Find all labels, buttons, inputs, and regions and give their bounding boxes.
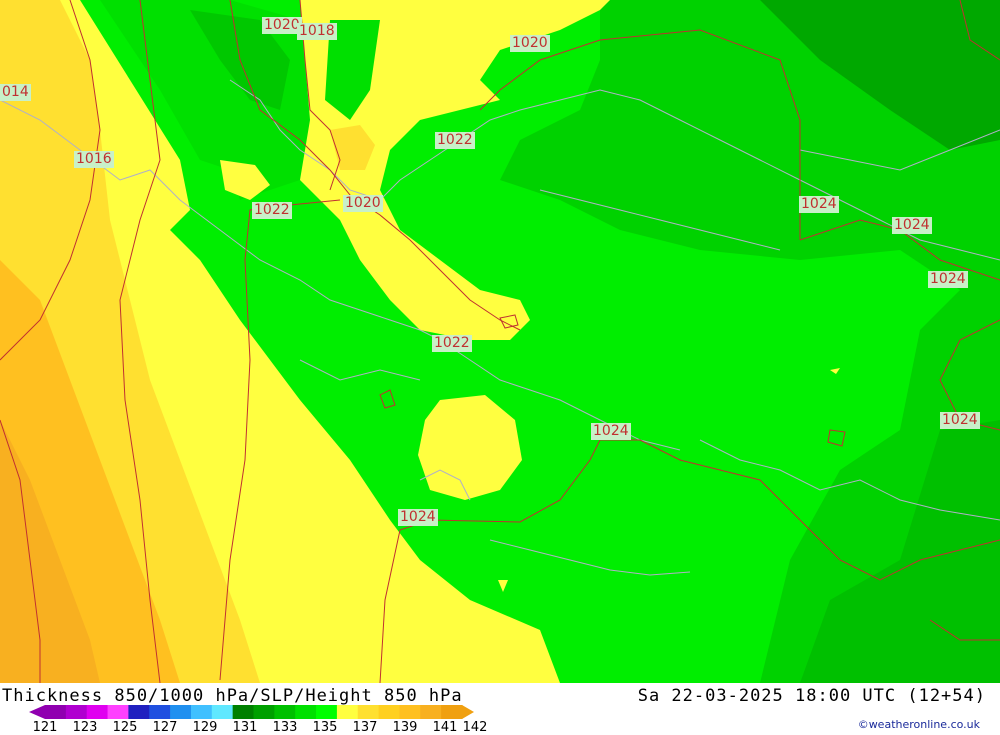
legend-arrow-left	[29, 705, 45, 719]
isobar-label: 1020	[510, 35, 550, 52]
isobar-label: 1016	[74, 151, 114, 168]
isobar-label: 1024	[591, 423, 631, 440]
map-footer: Thickness 850/1000 hPa/SLP/Height 850 hP…	[0, 683, 1000, 735]
legend-swatch	[65, 705, 88, 719]
map-datetime: Sa 22-03-2025 18:00 UTC (12+54)	[637, 686, 986, 706]
legend-swatch	[420, 705, 442, 719]
legend-swatch	[316, 705, 338, 719]
legend-swatch	[190, 705, 213, 719]
isobar-label: 1022	[432, 335, 472, 352]
isobar-label: 1020	[343, 195, 383, 212]
legend-swatch	[295, 705, 317, 719]
isobar-label: 1024	[892, 217, 932, 234]
legend-swatch	[253, 705, 275, 719]
isobar-label: 1024	[398, 509, 438, 526]
isobar-label: 014	[0, 84, 31, 101]
legend-swatch	[357, 705, 380, 719]
legend-swatch	[45, 705, 67, 719]
legend-swatch	[232, 705, 254, 719]
legend-swatch	[441, 705, 463, 719]
legend-swatch	[149, 705, 171, 719]
legend-swatch	[86, 705, 109, 719]
isobar-label: 1018	[297, 23, 337, 40]
isobar-label: 1024	[799, 196, 839, 213]
credit-text: ©weatheronline.co.uk	[857, 718, 980, 731]
legend-swatch	[107, 705, 129, 719]
isobar-label: 1020	[262, 17, 302, 34]
weather-map	[0, 0, 1000, 683]
isobar-label: 1024	[928, 271, 968, 288]
map-title: Thickness 850/1000 hPa/SLP/Height 850 hP…	[2, 686, 463, 706]
legend-swatch	[274, 705, 296, 719]
legend-swatch	[378, 705, 400, 719]
isobar-label: 1022	[435, 132, 475, 149]
legend-swatch	[211, 705, 234, 719]
legend-swatch	[336, 705, 359, 719]
legend-swatch	[128, 705, 150, 719]
isobar-label: 1024	[940, 412, 980, 429]
legend-arrow-right	[462, 705, 474, 719]
color-legend	[29, 705, 474, 719]
legend-swatch	[399, 705, 421, 719]
legend-swatch	[170, 705, 192, 719]
isobar-label: 1022	[252, 202, 292, 219]
